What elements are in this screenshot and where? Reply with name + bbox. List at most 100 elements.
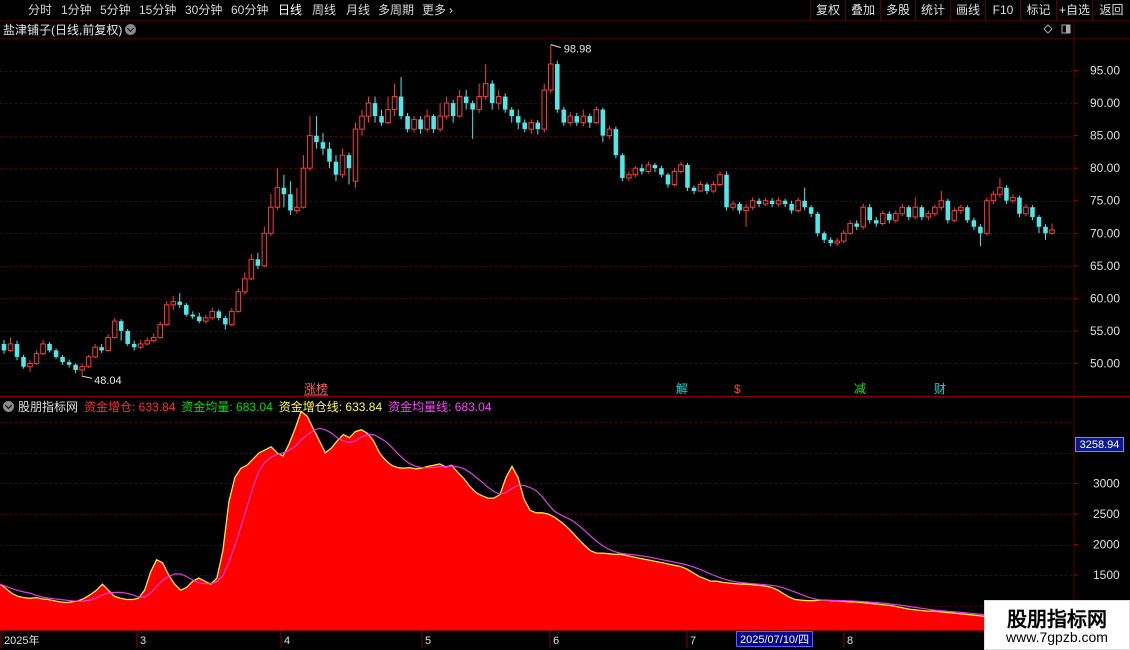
price-tick: 90.00 <box>1090 96 1120 110</box>
candle <box>743 203 749 227</box>
watermark-url: www.7gpzb.com <box>1006 629 1108 645</box>
candle <box>489 80 495 110</box>
candle <box>775 197 782 207</box>
candle <box>197 312 202 324</box>
candle <box>79 363 85 377</box>
candle <box>339 148 346 178</box>
candle <box>834 237 840 247</box>
candle <box>541 83 548 133</box>
candle <box>645 161 652 174</box>
candle <box>170 295 177 311</box>
candle <box>717 171 723 187</box>
price-tick: 70.00 <box>1090 226 1120 240</box>
price-tick: 60.00 <box>1090 291 1120 305</box>
candle <box>685 162 690 191</box>
candle <box>248 254 255 281</box>
indicator-title[interactable]: 股朋指标网 资金增仓: 633.84 资金均量: 683.04 资金增仓线: 633.… <box>3 399 498 415</box>
candle <box>854 220 859 231</box>
candle <box>899 203 906 217</box>
candle <box>437 103 443 132</box>
candle <box>391 83 398 117</box>
candle <box>443 96 450 120</box>
price-tick: 55.00 <box>1090 324 1120 338</box>
kline-chart[interactable]: 95.00 90.00 85.00 80.00 75.00 70.00 65.00 60.00… <box>0 0 1130 650</box>
diamond-icon[interactable] <box>1043 24 1053 34</box>
candle <box>268 194 274 236</box>
price-axis: 95.00 90.00 85.00 80.00 75.00 70.00 65.00 60.00… <box>1074 64 1120 370</box>
candle <box>710 181 717 193</box>
date-tick: 5 <box>425 635 431 647</box>
event-marker[interactable]: 解 <box>676 382 688 396</box>
indicator-value-0: 资金增仓: 633.84 <box>84 400 176 414</box>
candle <box>14 340 20 361</box>
candle <box>912 197 919 219</box>
date-tick: 4 <box>284 635 290 647</box>
candle <box>691 185 697 195</box>
candle <box>951 207 958 223</box>
candle <box>847 220 853 235</box>
candle <box>1049 223 1055 235</box>
event-marker[interactable]: 财 <box>934 382 946 396</box>
candle <box>456 90 463 118</box>
panel-toggle-icon[interactable] <box>1061 24 1071 34</box>
candle <box>697 181 704 193</box>
candle <box>945 198 951 224</box>
candle <box>281 174 287 208</box>
candle <box>665 172 671 188</box>
candle <box>359 109 365 136</box>
candle <box>659 165 664 178</box>
candle <box>535 120 541 135</box>
candle <box>450 99 456 123</box>
cursor-value-tag: 3258.94 <box>1075 437 1124 452</box>
indicator-chart <box>0 410 1074 630</box>
candle <box>561 106 567 126</box>
event-markers: 涨榜 解 $ 减 财 <box>304 381 946 396</box>
low-price-label: 48.04 <box>94 375 122 387</box>
price-tick: 80.00 <box>1090 161 1120 175</box>
candle <box>137 340 144 350</box>
candle <box>209 308 216 320</box>
candle <box>580 109 587 127</box>
candle <box>418 116 423 134</box>
candle <box>632 166 639 178</box>
candle <box>294 187 300 214</box>
candle <box>860 203 867 230</box>
candle <box>958 204 964 214</box>
stock-title-text: 盐津铺子(日线,前复权) <box>3 23 123 37</box>
price-tick: 65.00 <box>1090 259 1120 273</box>
candle <box>932 204 938 217</box>
candle <box>815 211 820 237</box>
price-tick: 85.00 <box>1090 129 1120 143</box>
candle <box>1004 185 1009 204</box>
candle <box>574 112 580 126</box>
candle <box>789 200 794 214</box>
event-marker[interactable]: 涨榜 <box>304 381 328 396</box>
candle <box>53 348 59 359</box>
candle <box>737 202 742 214</box>
candle <box>828 237 833 247</box>
candle <box>385 96 391 124</box>
candle <box>867 203 873 224</box>
candle <box>125 328 130 346</box>
price-tick: 95.00 <box>1090 64 1120 78</box>
candle <box>99 343 104 354</box>
event-marker[interactable]: 减 <box>854 382 866 396</box>
candle <box>40 340 46 355</box>
event-marker[interactable]: $ <box>734 382 741 396</box>
indicator-name: 股朋指标网 <box>18 400 79 414</box>
date-tick: 7 <box>690 635 696 647</box>
candle <box>724 171 729 211</box>
candle <box>892 210 899 223</box>
price-tick: 50.00 <box>1090 356 1120 370</box>
candle <box>379 109 384 126</box>
candle <box>678 161 684 174</box>
candle <box>85 354 92 369</box>
chevron-down-icon[interactable] <box>125 24 137 35</box>
candle <box>704 182 710 195</box>
indicator-tick: 2500 <box>1093 507 1120 521</box>
chevron-down-icon[interactable] <box>3 401 14 412</box>
candle <box>235 288 242 313</box>
candle <box>314 116 319 149</box>
candle <box>802 187 807 211</box>
stock-title[interactable]: 盐津铺子(日线,前复权) <box>3 22 137 38</box>
